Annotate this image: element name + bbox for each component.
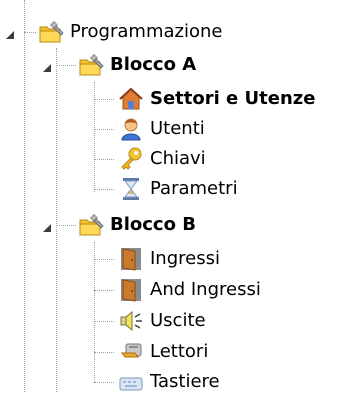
- speaker-icon: [118, 308, 144, 334]
- tree-connector-line: [24, 0, 25, 392]
- key-icon: [118, 146, 144, 172]
- tree-item-parametri[interactable]: Parametri: [118, 173, 238, 205]
- door-icon: [118, 246, 144, 272]
- tree-item-tastiere[interactable]: Tastiere: [118, 366, 220, 398]
- tree-item-label: Tastiere: [150, 371, 220, 392]
- tree-item-label: Ingressi: [150, 248, 220, 269]
- tree-item-and-ingressi[interactable]: And Ingressi: [118, 274, 261, 306]
- folder-gear-icon: [78, 52, 104, 78]
- collapse-arrow-icon[interactable]: [41, 219, 53, 232]
- keyboard-icon: [118, 369, 144, 395]
- card-reader-icon: [118, 339, 144, 365]
- tree-connector-line: [56, 48, 57, 392]
- tree-connector-line: [94, 242, 95, 382]
- tree-item-label: And Ingressi: [150, 279, 261, 300]
- tree-connector-line: [94, 99, 114, 100]
- tree-item-uscite[interactable]: Uscite: [118, 305, 206, 337]
- programming-tree-view[interactable]: Programmazione Blocco A Settori e Utenze: [0, 0, 362, 392]
- folder-gear-icon: [78, 212, 104, 238]
- tree-item-ingressi[interactable]: Ingressi: [118, 243, 220, 275]
- tree-connector-line: [94, 189, 114, 190]
- tree-item-blocco-b[interactable]: Blocco B: [78, 209, 196, 241]
- tree-item-label: Uscite: [150, 310, 206, 331]
- tree-connector-line: [94, 259, 114, 260]
- user-icon: [118, 116, 144, 142]
- house-icon: [118, 86, 144, 112]
- tree-item-label: Utenti: [150, 118, 205, 139]
- tree-item-lettori[interactable]: Lettori: [118, 336, 208, 368]
- tree-item-settori-e-utenze[interactable]: Settori e Utenze: [118, 83, 315, 115]
- tree-connector-line: [56, 65, 76, 66]
- tree-item-label: Chiavi: [150, 148, 206, 169]
- tree-connector-line: [94, 159, 114, 160]
- door-icon: [118, 277, 144, 303]
- tree-item-label: Programmazione: [70, 21, 223, 42]
- tree-item-utenti[interactable]: Utenti: [118, 113, 205, 145]
- tree-item-label: Blocco A: [110, 54, 197, 75]
- tree-item-programmazione[interactable]: Programmazione: [38, 16, 222, 48]
- tree-connector-line: [56, 225, 76, 226]
- tree-item-label: Lettori: [150, 341, 209, 362]
- tree-connector-line: [24, 32, 36, 33]
- collapse-arrow-icon[interactable]: [4, 26, 16, 39]
- tree-connector-line: [94, 290, 114, 291]
- tree-connector-line: [94, 321, 114, 322]
- tree-item-label: Settori e Utenze: [150, 88, 316, 109]
- tree-connector-line: [94, 352, 114, 353]
- tree-item-label: Blocco B: [110, 214, 196, 235]
- tree-item-blocco-a[interactable]: Blocco A: [78, 49, 196, 81]
- tree-connector-line: [94, 129, 114, 130]
- tree-item-label: Parametri: [150, 178, 238, 199]
- hourglass-icon: [118, 176, 144, 202]
- tree-item-chiavi[interactable]: Chiavi: [118, 143, 206, 175]
- tree-connector-line: [94, 382, 114, 383]
- folder-gear-icon: [38, 19, 64, 45]
- collapse-arrow-icon[interactable]: [41, 59, 53, 72]
